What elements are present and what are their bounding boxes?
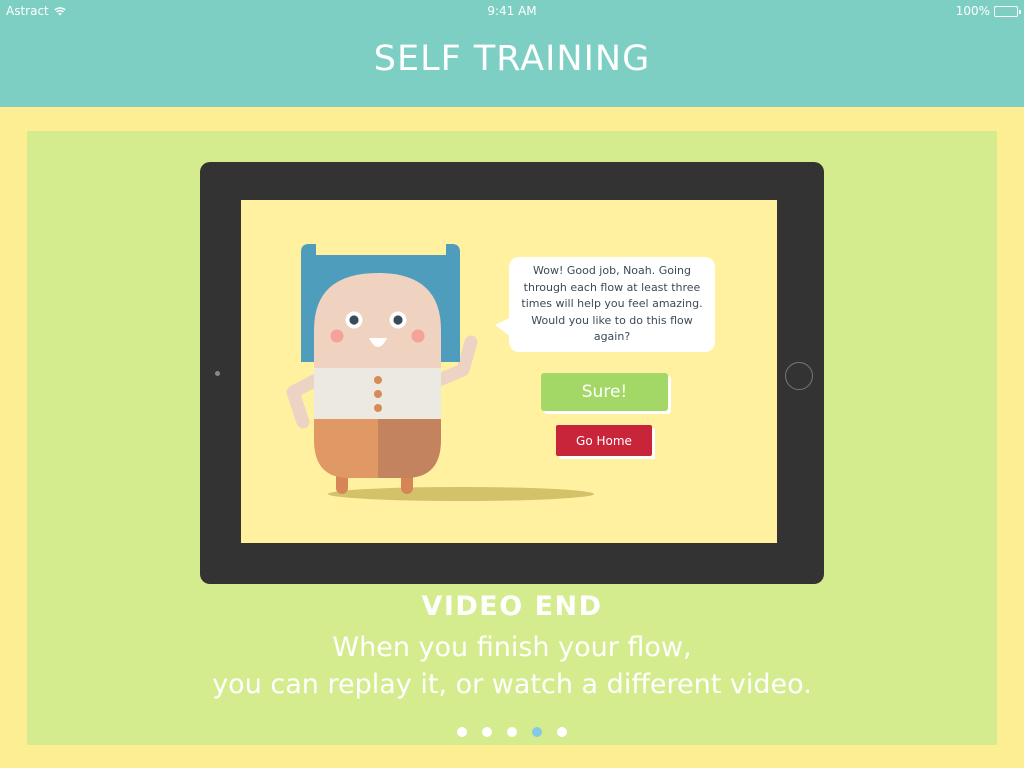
speech-text: Wow! Good job, Noah. Going through each … [521, 264, 703, 343]
tablet-illustration: Wow! Good job, Noah. Going through each … [200, 162, 824, 584]
speech-bubble-tail [495, 317, 511, 337]
app-header: SELF TRAINING [0, 22, 1024, 107]
mascot-left-pupil [349, 315, 359, 325]
clock: 9:41 AM [487, 4, 537, 18]
battery-indicator: 100% [955, 4, 1021, 18]
mascot-pants-right [378, 419, 441, 478]
battery-icon [994, 5, 1021, 17]
slide-description-line: When you finish your flow, [332, 632, 692, 663]
page-dot-active[interactable] [532, 727, 542, 737]
tablet-home-button-graphic [785, 362, 813, 390]
tablet-camera [215, 371, 220, 376]
page-dot[interactable] [557, 727, 567, 737]
mascot-right-cheek [411, 329, 425, 343]
slide-description: When you finish your flow, you can repla… [27, 629, 997, 703]
status-bar: Astract 9:41 AM 100% [0, 0, 1024, 22]
slide-description-line: you can replay it, or watch a different … [212, 669, 812, 700]
mascot-body [314, 273, 441, 368]
tablet-screen: Wow! Good job, Noah. Going through each … [241, 200, 777, 543]
page-dot[interactable] [457, 727, 467, 737]
speech-bubble: Wow! Good job, Noah. Going through each … [495, 257, 715, 352]
mascot-shadow [328, 487, 594, 501]
mascot-left-arm [286, 373, 323, 429]
mascot-right-pupil [393, 315, 403, 325]
page-dot[interactable] [507, 727, 517, 737]
sure-button: Sure! [541, 373, 668, 411]
mascot-button [374, 404, 382, 412]
mascot-illustration [286, 244, 594, 501]
battery-percentage: 100% [955, 4, 990, 18]
mascot-pants-left [314, 419, 378, 478]
mascot-left-cheek [330, 329, 344, 343]
mascot-button [374, 390, 382, 398]
slide-title: VIDEO END [421, 591, 603, 622]
page-dot[interactable] [482, 727, 492, 737]
mascot-button [374, 376, 382, 384]
page-title: SELF TRAINING [373, 38, 651, 79]
tutorial-slide[interactable]: Wow! Good job, Noah. Going through each … [27, 131, 997, 745]
page-indicator[interactable] [27, 727, 997, 737]
go-home-button: Go Home [556, 425, 652, 456]
